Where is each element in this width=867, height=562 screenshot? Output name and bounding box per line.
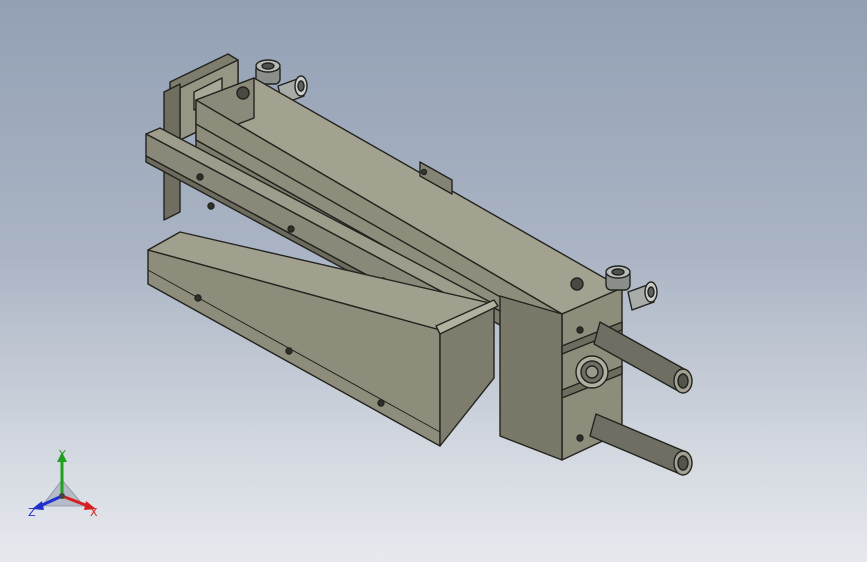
cylinder-assembly-model[interactable]: [0, 0, 867, 562]
graphics-viewport[interactable]: Y X Z: [0, 0, 867, 562]
lower-guide-rod[interactable]: [589, 413, 693, 476]
z-axis-label: Z: [28, 506, 36, 519]
orientation-triad: Y X Z: [28, 448, 98, 519]
y-axis-label: Y: [58, 448, 66, 461]
x-axis-label: X: [90, 506, 98, 519]
